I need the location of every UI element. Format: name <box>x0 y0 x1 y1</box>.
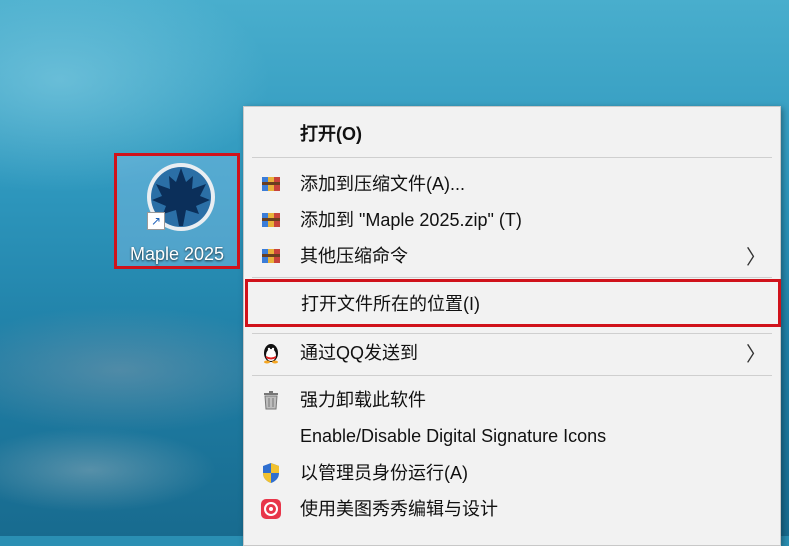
shortcut-arrow-icon: ↗ <box>147 212 165 230</box>
qq-penguin-icon <box>264 344 278 364</box>
trash-can-icon <box>264 391 278 410</box>
menu-item-label: 打开文件所在的位置(I) <box>301 294 480 314</box>
chevron-right-icon: 〉 <box>746 343 766 366</box>
menu-item-label: 强力卸载此软件 <box>300 390 426 410</box>
menu-item-label: 其他压缩命令 <box>300 246 408 266</box>
winrar-archive-icon <box>262 213 280 227</box>
menu-item-label: 添加到压缩文件(A)... <box>300 174 465 194</box>
context-menu: 打开(O) 添加到压缩文件(A)... 添加到 "Maple 2025.zip"… <box>243 106 781 546</box>
menu-item-label: 通过QQ发送到 <box>300 343 419 363</box>
menu-item-open[interactable]: 打开(O) <box>244 115 780 151</box>
menu-item-open-file-location[interactable]: 打开文件所在的位置(I) <box>245 279 781 327</box>
menu-item-add-to-zip[interactable]: 添加到 "Maple 2025.zip" (T) <box>244 201 780 237</box>
menu-item-add-to-archive[interactable]: 添加到压缩文件(A)... <box>244 165 780 201</box>
menu-separator <box>252 157 772 158</box>
menu-item-digital-signature-icons[interactable]: Enable/Disable Digital Signature Icons <box>244 418 780 454</box>
menu-item-label: 使用美图秀秀编辑与设计 <box>300 499 498 519</box>
menu-item-run-as-admin[interactable]: 以管理员身份运行(A) <box>244 454 780 490</box>
uac-shield-icon <box>263 463 279 483</box>
chevron-right-icon: 〉 <box>746 246 766 269</box>
menu-item-label: 打开(O) <box>300 124 362 144</box>
menu-item-send-via-qq[interactable]: 通过QQ发送到 〉 <box>244 334 780 370</box>
desktop-icon-label: Maple 2025 <box>129 244 225 264</box>
menu-item-label: 添加到 "Maple 2025.zip" (T) <box>300 210 522 230</box>
menu-separator <box>252 375 772 376</box>
menu-item-label: Enable/Disable Digital Signature Icons <box>300 425 607 446</box>
winrar-archive-icon <box>262 249 280 263</box>
menu-item-label: 以管理员身份运行(A) <box>300 463 468 483</box>
menu-item-other-compress-commands[interactable]: 其他压缩命令 〉 <box>244 237 780 273</box>
desktop-shortcut-maple-2025[interactable]: ↗ Maple 2025 <box>114 153 240 269</box>
menu-item-force-uninstall[interactable]: 强力卸载此软件 <box>244 381 780 417</box>
menu-item-meitu-edit[interactable]: 使用美图秀秀编辑与设计 <box>244 490 780 526</box>
meitu-icon <box>261 499 281 519</box>
winrar-archive-icon <box>262 177 280 191</box>
menu-separator <box>252 277 772 278</box>
